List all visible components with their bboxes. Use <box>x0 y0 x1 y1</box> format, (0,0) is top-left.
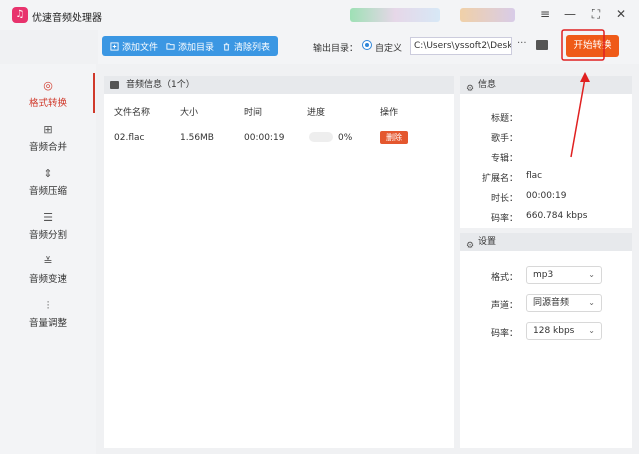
folder-icon <box>166 42 175 50</box>
sidebar-item-volume[interactable]: ⫶ 音量调整 <box>0 292 96 336</box>
blurred-avatar <box>460 8 515 22</box>
add-dir-button[interactable]: 添加目录 <box>162 40 218 53</box>
settings-header: ⚙ 设置 <box>460 233 632 251</box>
sidebar-item-label: 音频变速 <box>28 274 67 285</box>
audio-list-title: 音频信息（1个） <box>126 80 195 90</box>
audio-list-header: 音频信息（1个） <box>104 76 454 94</box>
minimize-icon[interactable]: — <box>562 6 578 22</box>
sidebar-item-compress[interactable]: ⇕ 音频压缩 <box>0 160 96 204</box>
output-path-field[interactable]: C:\Users\yssoft2\Deskt <box>410 37 512 55</box>
toolbar: 添加文件 添加目录 清除列表 输出目录： 自定义 C:\Users\yssoft… <box>98 30 639 64</box>
info-value-extension: flac <box>526 171 543 181</box>
menu-icon[interactable]: ≡ <box>537 6 553 22</box>
sidebar-item-speed[interactable]: ≚ 音频变速 <box>0 248 96 292</box>
file-size: 1.56MB <box>180 133 214 143</box>
info-label-artist: 歌手： <box>490 134 518 144</box>
info-label-album: 专辑： <box>490 154 518 164</box>
file-action-group: 添加文件 添加目录 清除列表 <box>102 36 279 56</box>
info-value-duration: 00:00:19 <box>526 191 567 201</box>
chevron-down-icon: ⌄ <box>588 326 595 335</box>
bitrate-label: 码率： <box>490 329 518 339</box>
add-file-icon <box>110 41 119 51</box>
file-name: 02.flac <box>114 133 145 143</box>
volume-adjust-icon: ⫶ <box>46 299 50 312</box>
column-header-action: 操作 <box>380 108 399 118</box>
split-icon: ☰ <box>43 211 53 224</box>
chevron-down-icon: ⌄ <box>588 298 595 307</box>
column-header-progress: 进度 <box>307 108 326 118</box>
chevron-down-icon: ⌄ <box>588 270 595 279</box>
gear-icon: ⚙ <box>466 84 475 94</box>
sidebar-item-format-convert[interactable]: ◎ 格式转换 <box>0 72 96 116</box>
file-time: 00:00:19 <box>244 133 285 143</box>
format-select[interactable]: mp3 ⌄ <box>526 266 602 284</box>
speed-icon: ≚ <box>43 255 53 268</box>
maximize-icon[interactable]: ⛶ <box>588 6 604 22</box>
output-dir-label: 输出目录： <box>313 44 359 54</box>
clear-list-button[interactable]: 清除列表 <box>218 40 274 53</box>
format-label: 格式： <box>490 273 518 283</box>
add-file-label: 添加文件 <box>122 42 159 53</box>
app-title: 优速音频处理器 <box>32 13 102 24</box>
info-value-bitrate: 660.784 kbps <box>526 211 588 221</box>
clear-list-label: 清除列表 <box>234 42 271 53</box>
custom-radio[interactable] <box>362 40 372 50</box>
column-header-name: 文件名称 <box>114 108 151 118</box>
compress-icon: ⇕ <box>43 167 53 180</box>
audio-list-panel: 音频信息（1个） 文件名称 大小 时间 进度 操作 02.flac 1.56MB… <box>104 76 454 448</box>
add-file-button[interactable]: 添加文件 <box>106 40 162 53</box>
image-icon <box>110 81 119 89</box>
sidebar-active-indicator <box>93 73 95 113</box>
info-panel: ⚙ 信息 标题： 歌手： 专辑： 扩展名： flac 时长： 00:00:19 … <box>460 76 632 228</box>
progress-text: 0% <box>338 133 353 143</box>
bitrate-value: 128 kbps <box>533 326 575 336</box>
info-label-duration: 时长： <box>490 194 518 204</box>
merge-icon: ⊞ <box>43 123 53 136</box>
info-title: 信息 <box>478 80 497 90</box>
start-convert-button[interactable]: 开始转换 <box>566 35 619 57</box>
sidebar-item-label: 格式转换 <box>28 98 67 109</box>
close-icon[interactable]: ✕ <box>613 6 629 22</box>
info-header: ⚙ 信息 <box>460 76 632 94</box>
settings-panel: ⚙ 设置 格式： mp3 ⌄ 声道： 同源音频 ⌄ 码率： 128 kbps ⌄ <box>460 233 632 448</box>
custom-radio-label[interactable]: 自定义 <box>375 41 402 54</box>
title-bar: ♫ 优速音频处理器 ≡ — ⛶ ✕ <box>0 0 639 30</box>
info-label-title: 标题： <box>490 114 518 124</box>
format-value: mp3 <box>533 270 554 280</box>
open-folder-icon[interactable] <box>536 40 548 50</box>
progress-bar <box>309 132 333 142</box>
column-header-time: 时间 <box>244 108 263 118</box>
sidebar-item-label: 音频压缩 <box>28 186 67 197</box>
channel-label: 声道： <box>490 301 518 311</box>
sidebar-item-merge[interactable]: ⊞ 音频合并 <box>0 116 96 160</box>
headphones-icon: ♫ <box>12 7 28 23</box>
sidebar-item-label: 音频分割 <box>28 230 67 241</box>
channel-select[interactable]: 同源音频 ⌄ <box>526 294 602 312</box>
bitrate-select[interactable]: 128 kbps ⌄ <box>526 322 602 340</box>
trash-icon <box>223 42 230 51</box>
browse-more-button[interactable]: ··· <box>517 38 527 49</box>
blurred-user-info <box>350 8 440 22</box>
channel-value: 同源音频 <box>533 298 570 308</box>
gear-icon: ⚙ <box>466 241 475 251</box>
column-header-size: 大小 <box>180 108 199 118</box>
info-label-bitrate: 码率： <box>490 214 518 224</box>
add-dir-label: 添加目录 <box>178 42 215 53</box>
sidebar: ◎ 格式转换 ⊞ 音频合并 ⇕ 音频压缩 ☰ 音频分割 ≚ 音频变速 ⫶ 音量调… <box>0 64 96 454</box>
sidebar-item-split[interactable]: ☰ 音频分割 <box>0 204 96 248</box>
sidebar-item-label: 音频合并 <box>28 142 67 153</box>
format-convert-icon: ◎ <box>43 79 53 92</box>
info-label-extension: 扩展名： <box>481 174 518 184</box>
delete-button[interactable]: 删除 <box>380 131 408 144</box>
sidebar-item-label: 音量调整 <box>28 318 67 329</box>
settings-title: 设置 <box>478 237 497 247</box>
